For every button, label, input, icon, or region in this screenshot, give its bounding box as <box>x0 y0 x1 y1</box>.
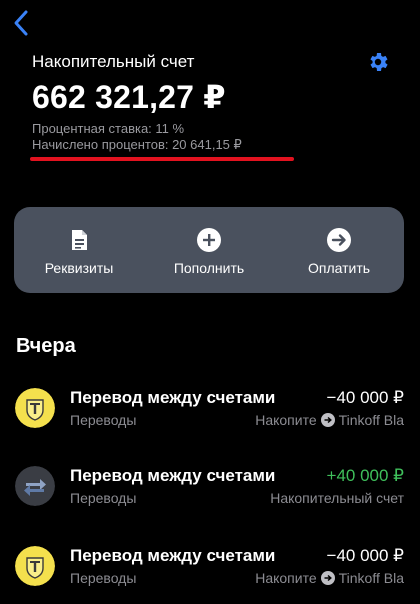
pay-label: Оплатить <box>307 260 371 276</box>
highlight-underline <box>30 157 294 161</box>
document-icon <box>72 230 87 250</box>
transaction-row[interactable]: Перевод между счетами Переводы −40 000 ₽… <box>0 546 420 604</box>
actions-panel: Реквизиты Пополнить Оплатить <box>14 207 404 293</box>
arrow-right-icon <box>320 571 335 585</box>
transaction-accounts: Накопите Tinkoff Bla <box>255 412 404 428</box>
transaction-amount: −40 000 ₽ <box>326 546 404 565</box>
gear-icon <box>370 53 388 71</box>
accrued-interest: Начислено процентов: 20 641,15 ₽ <box>32 137 242 152</box>
target-account: Tinkoff Bla <box>338 412 404 428</box>
tinkoff-logo-icon <box>15 546 55 586</box>
transaction-category: Переводы <box>70 412 137 428</box>
transaction-title: Перевод между счетами <box>70 388 276 407</box>
tinkoff-logo-icon <box>15 388 55 428</box>
transaction-accounts: Накопительный счет <box>270 490 404 506</box>
interest-rate: Процентная ставка: 11 % <box>32 121 185 136</box>
plus-circle-icon <box>197 228 221 252</box>
transfer-arrows-icon <box>15 466 55 506</box>
section-title-yesterday: Вчера <box>16 335 76 357</box>
account-title: Накопительный счет <box>32 52 195 71</box>
chevron-left-icon <box>14 10 28 36</box>
transaction-title: Перевод между счетами <box>70 546 276 565</box>
top-up-label: Пополнить <box>173 260 245 276</box>
back-button[interactable] <box>10 8 34 38</box>
transaction-row[interactable]: Перевод между счетами Переводы +40 000 ₽… <box>0 466 420 536</box>
account-balance: 662 321,27 ₽ <box>32 79 226 115</box>
arrow-right-circle-icon <box>327 228 351 252</box>
target-account: Tinkoff Bla <box>338 570 404 586</box>
transaction-amount: −40 000 ₽ <box>326 388 404 407</box>
source-account: Накопите <box>255 412 317 428</box>
arrow-right-icon <box>320 413 335 427</box>
requisites-label: Реквизиты <box>44 260 114 276</box>
source-account: Накопите <box>255 570 317 586</box>
transaction-title: Перевод между счетами <box>70 466 276 485</box>
transaction-row[interactable]: Перевод между счетами Переводы −40 000 ₽… <box>0 388 420 458</box>
pay-button[interactable]: Оплатить <box>274 207 404 293</box>
settings-button[interactable] <box>366 50 390 74</box>
transaction-category: Переводы <box>70 490 137 506</box>
transaction-accounts: Накопите Tinkoff Bla <box>255 570 404 586</box>
transaction-category: Переводы <box>70 570 137 586</box>
target-account: Накопительный счет <box>270 490 404 506</box>
requisites-button[interactable]: Реквизиты <box>14 207 144 293</box>
top-up-button[interactable]: Пополнить <box>144 207 274 293</box>
transaction-amount: +40 000 ₽ <box>326 466 404 485</box>
